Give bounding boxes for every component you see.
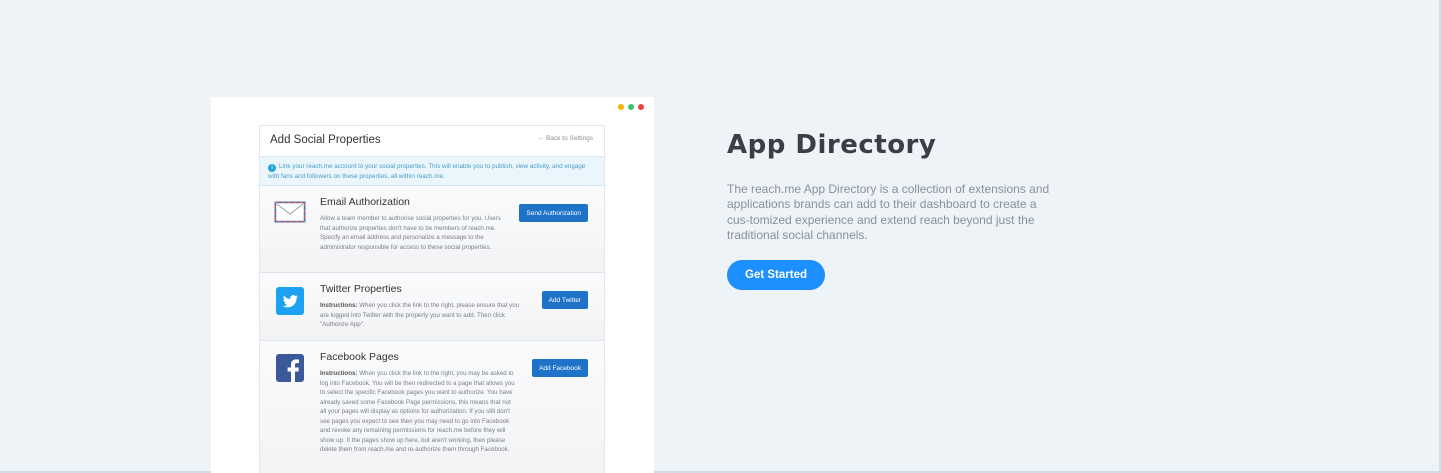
info-banner: i Link your reach.me account to your soci… — [260, 156, 604, 186]
dot-yellow-icon — [618, 104, 624, 110]
panel-title: Add Social Properties — [270, 134, 381, 146]
email-authorization-title: Email Authorization — [320, 196, 410, 208]
send-authorization-button[interactable]: Send Authorization — [519, 204, 588, 222]
info-text: Link your reach.me account to your socia… — [268, 163, 586, 180]
social-properties-panel: Add Social Properties ← Back to Settings… — [259, 125, 605, 473]
twitter-properties-desc: Instructions: When you click the link to… — [320, 301, 525, 330]
get-started-button[interactable]: Get Started — [727, 260, 825, 290]
window-dots — [618, 104, 644, 110]
add-twitter-button[interactable]: Add Twitter — [541, 291, 588, 309]
email-authorization-desc: Allow a team member to authorise social … — [320, 214, 510, 252]
add-facebook-button[interactable]: Add Facebook — [532, 359, 588, 377]
facebook-icon — [276, 354, 304, 387]
facebook-pages-row: Facebook Pages Instructions: When you cl… — [260, 341, 604, 473]
app-screenshot-mockup: Add Social Properties ← Back to Settings… — [211, 97, 654, 473]
dot-red-icon — [638, 104, 644, 110]
email-authorization-desc-text: Allow a team member to authorise social … — [320, 215, 501, 251]
section-description: The reach.me App Directory is a collecti… — [727, 182, 1050, 243]
section-title: App Directory — [727, 130, 937, 160]
email-authorization-row: Email Authorization Allow a team member … — [260, 186, 604, 273]
envelope-icon — [274, 201, 306, 228]
panel-header: Add Social Properties ← Back to Settings — [260, 126, 604, 156]
info-icon: i — [268, 164, 276, 172]
facebook-pages-title: Facebook Pages — [320, 351, 399, 363]
twitter-properties-title: Twitter Properties — [320, 283, 402, 295]
twitter-properties-row: Twitter Properties Instructions: When yo… — [260, 273, 604, 341]
twitter-icon — [276, 287, 304, 320]
dot-green-icon — [628, 104, 634, 110]
facebook-instructions-label: Instructions: — [320, 370, 358, 377]
back-to-settings-link[interactable]: ← Back to Settings — [538, 135, 593, 142]
twitter-instructions-label: Instructions: — [320, 302, 358, 309]
facebook-instructions-text: When you click the link to the right, yo… — [320, 370, 515, 453]
facebook-pages-desc: Instructions: When you click the link to… — [320, 369, 515, 455]
